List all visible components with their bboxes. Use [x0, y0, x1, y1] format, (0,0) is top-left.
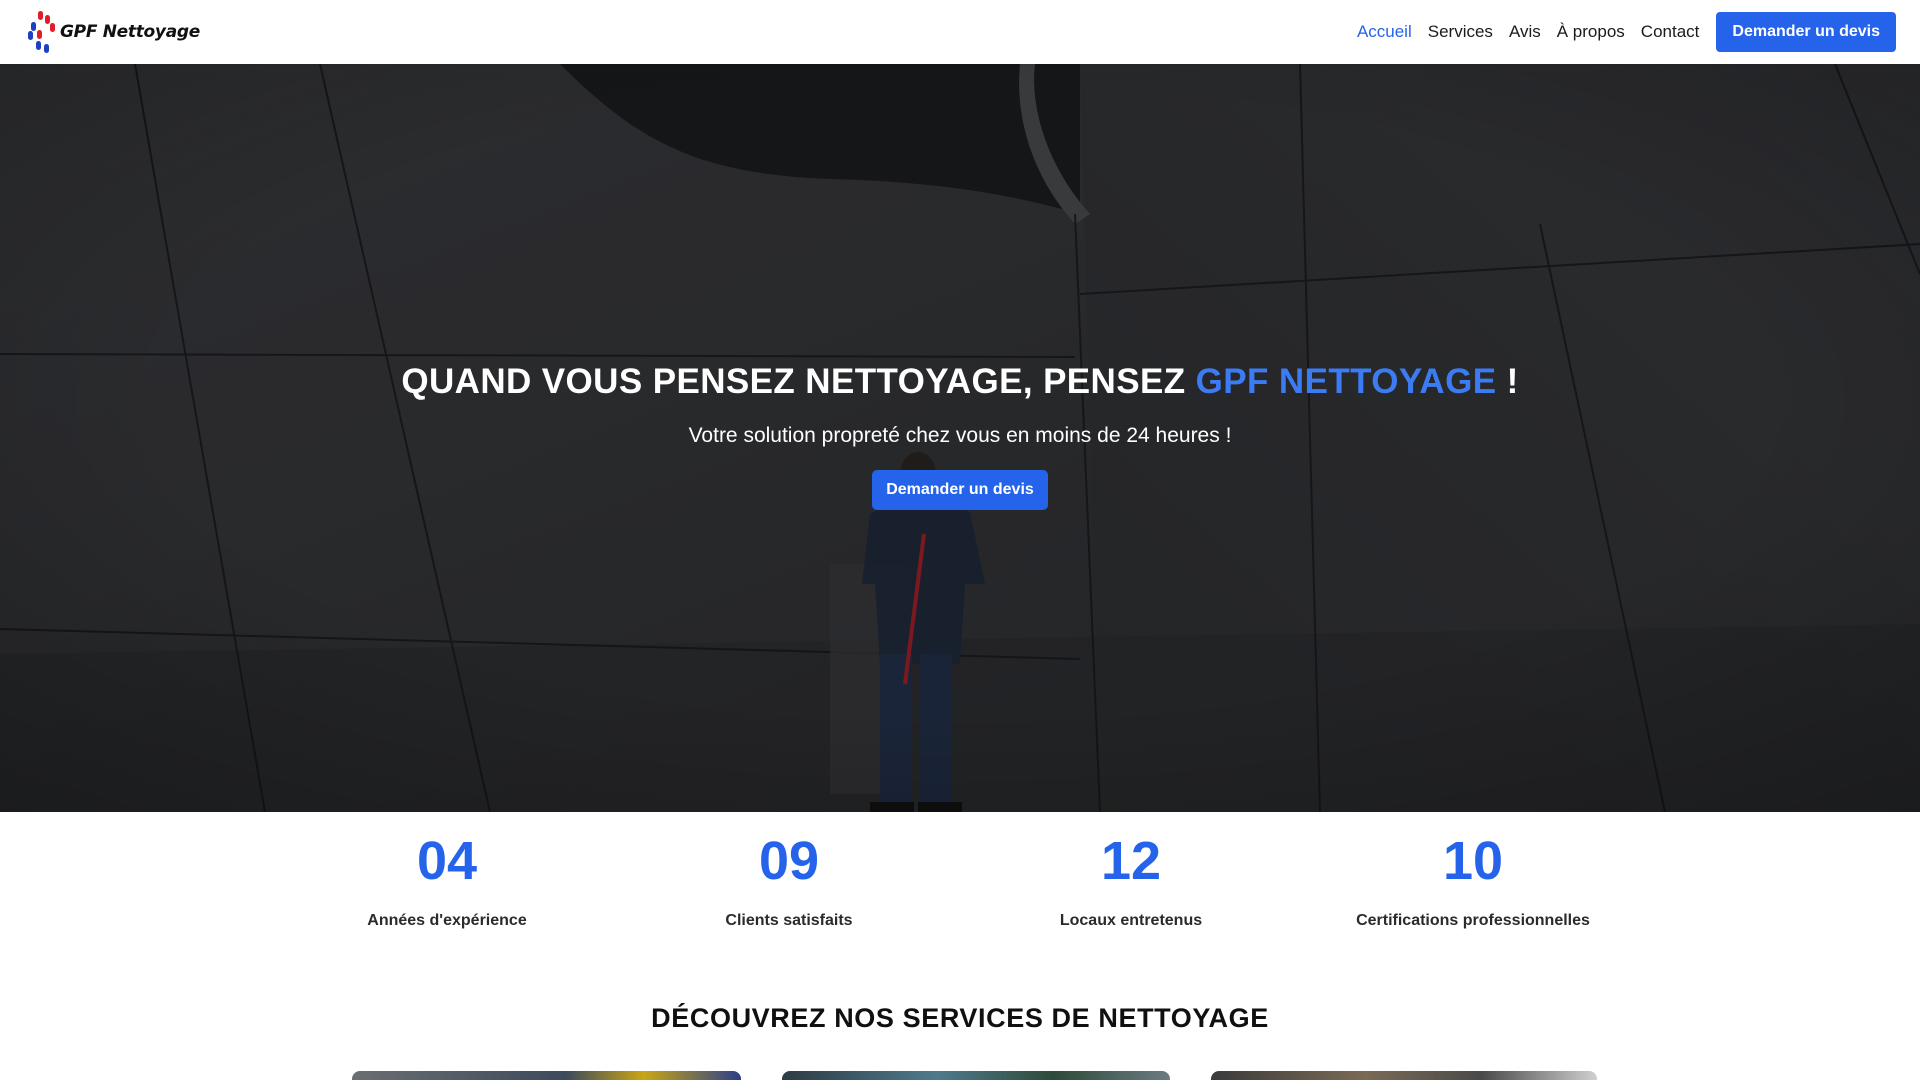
stat-label: Certifications professionnelles — [1356, 912, 1590, 929]
service-card-image[interactable] — [352, 1071, 741, 1080]
hero-title-accent: GPF NETTOYAGE — [1195, 362, 1497, 401]
stat-value: 09 — [758, 831, 820, 891]
nav-item-contact[interactable]: Contact — [1641, 22, 1700, 42]
stat-label: Locaux entretenus — [1059, 912, 1203, 929]
service-card-image[interactable] — [782, 1071, 1170, 1080]
hero-title-prefix: QUAND VOUS PENSEZ NETTOYAGE, PENSEZ — [401, 362, 1196, 401]
nav-item-a-propos[interactable]: À propos — [1557, 22, 1625, 42]
stat-label: Années d'expérience — [367, 912, 527, 929]
hero-title: QUAND VOUS PENSEZ NETTOYAGE, PENSEZ GPF … — [0, 362, 1920, 402]
nav-item-accueil[interactable]: Accueil — [1357, 22, 1412, 42]
nav-item-avis[interactable]: Avis — [1509, 22, 1541, 42]
main-nav: Accueil Services Avis À propos Contact D… — [1341, 12, 1896, 52]
logo[interactable]: GPF Nettoyage — [28, 9, 200, 55]
hero-quote-button[interactable]: Demander un devis — [872, 470, 1048, 510]
stat-value: 04 — [416, 831, 478, 891]
stat-value: 12 — [1100, 831, 1162, 891]
hero-section: QUAND VOUS PENSEZ NETTOYAGE, PENSEZ GPF … — [0, 64, 1920, 812]
service-card-image[interactable] — [1211, 1071, 1597, 1080]
stat-label: Clients satisfaits — [725, 912, 853, 929]
stat-value: 10 — [1442, 831, 1504, 891]
services-section-title: DÉCOUVREZ NOS SERVICES DE NETTOYAGE — [651, 1003, 1269, 1033]
stat-clients: 09 Clients satisfaits — [618, 830, 960, 930]
logo-mark-icon — [28, 11, 55, 53]
hero-title-suffix: ! — [1496, 362, 1519, 401]
logo-text: GPF Nettoyage — [60, 22, 200, 42]
hero-subtitle: Votre solution propreté chez vous en moi… — [688, 424, 1232, 447]
header-quote-button[interactable]: Demander un devis — [1716, 12, 1896, 52]
stat-experience: 04 Années d'expérience — [276, 830, 618, 930]
stat-locaux: 12 Locaux entretenus — [960, 830, 1302, 930]
stat-certifications: 10 Certifications professionnelles — [1302, 830, 1644, 930]
site-header: GPF Nettoyage Accueil Services Avis À pr… — [0, 0, 1920, 64]
nav-item-services[interactable]: Services — [1428, 22, 1493, 42]
